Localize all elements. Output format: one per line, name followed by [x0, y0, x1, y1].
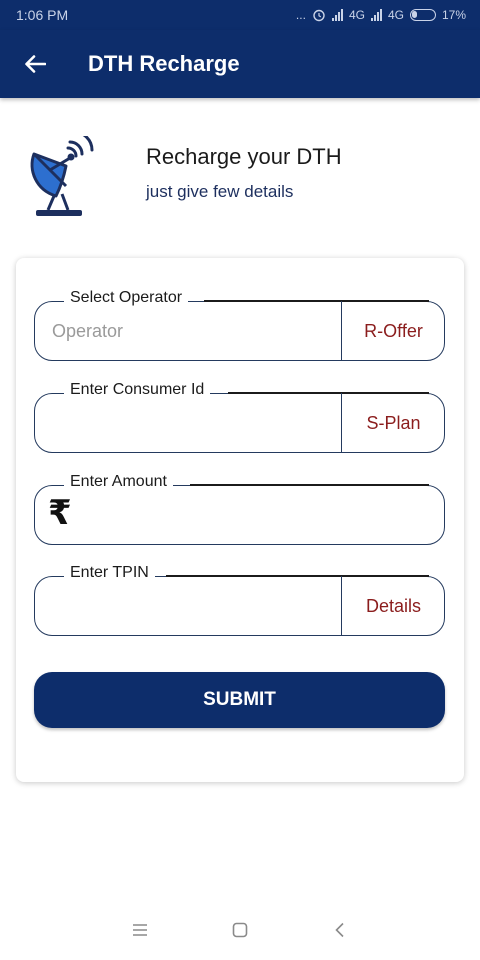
operator-input[interactable]	[52, 309, 332, 353]
hero-subtitle: just give few details	[146, 182, 294, 201]
s-plan-button[interactable]: S-Plan	[341, 393, 445, 453]
network-type-2: 4G	[387, 8, 404, 22]
home-button[interactable]	[226, 916, 254, 944]
system-back-button[interactable]	[326, 916, 354, 944]
signal-icon-2	[370, 9, 382, 21]
recharge-form-card: Select Operator R-Offer Enter Consumer I…	[16, 258, 464, 782]
r-offer-button[interactable]: R-Offer	[341, 301, 445, 361]
network-type-1: 4G	[348, 8, 365, 22]
tpin-input[interactable]	[52, 584, 332, 628]
battery-level: 17%	[441, 8, 466, 22]
operator-field: Select Operator R-Offer	[34, 289, 445, 361]
submit-button[interactable]: SUBMIT	[34, 672, 445, 728]
tpin-field: Enter TPIN Details	[34, 564, 445, 636]
status-bar: 1:06 PM ... 4G 4G 17%	[0, 0, 480, 30]
satellite-dish-icon	[30, 136, 94, 216]
consumer-id-label: Enter Consumer Id	[64, 381, 211, 399]
recents-button[interactable]	[126, 916, 154, 944]
hero-section: Recharge your DTH just give few details	[0, 98, 480, 248]
operator-label: Select Operator	[64, 289, 189, 307]
status-icons: ... 4G 4G 17%	[296, 8, 466, 22]
back-button[interactable]	[0, 30, 70, 98]
alarm-icon	[313, 9, 325, 22]
amount-label: Enter Amount	[64, 473, 173, 491]
details-button[interactable]: Details	[341, 576, 445, 636]
page-title: DTH Recharge	[88, 51, 240, 76]
rupee-icon: ₹	[48, 493, 72, 533]
chevron-left-icon	[335, 922, 344, 938]
tpin-label: Enter TPIN	[64, 564, 155, 582]
status-time: 1:06 PM	[16, 7, 69, 23]
amount-input[interactable]	[82, 493, 432, 537]
menu-lines-icon	[133, 924, 147, 936]
system-nav-bar	[0, 900, 480, 960]
arrow-left-icon	[25, 55, 46, 73]
app-bar: DTH Recharge	[0, 30, 480, 98]
hero-title: Recharge your DTH	[146, 144, 342, 169]
signal-icon	[331, 9, 343, 21]
consumer-id-field: Enter Consumer Id S-Plan	[34, 381, 445, 453]
consumer-id-input[interactable]	[52, 401, 332, 445]
status-dots: ...	[295, 8, 306, 22]
amount-field: Enter Amount ₹	[34, 473, 445, 545]
square-home-icon	[232, 922, 248, 938]
amount-label-line	[190, 484, 429, 486]
battery-icon	[409, 9, 436, 21]
